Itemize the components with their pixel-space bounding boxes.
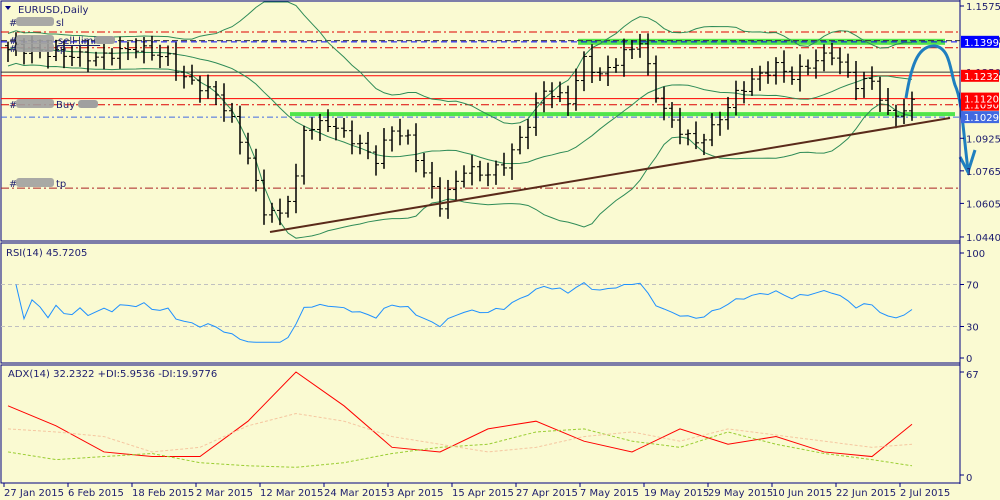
chart-background [0, 0, 1000, 500]
redacted-price [95, 36, 115, 44]
time-tick-label: 18 Feb 2015 [132, 488, 194, 499]
price-tick-label: 1.0440 [966, 233, 1000, 244]
time-tick-label: 12 Mar 2015 [260, 488, 323, 499]
time-tick-label: 27 Jan 2015 [4, 488, 64, 499]
price-tick-label: 1.0925 [966, 134, 1000, 145]
price-tick-label: 1.1575 [966, 2, 1000, 13]
rsi-title: RSI(14) 45.7205 [6, 248, 87, 259]
time-tick-label: 2 Jul 2015 [900, 488, 950, 499]
price-tick-label: 1.0765 [966, 167, 1000, 178]
redacted-price [78, 100, 98, 108]
order-type: tp [56, 179, 66, 190]
time-tick-label: 6 Feb 2015 [68, 488, 124, 499]
adx-tick-label: 0 [966, 473, 972, 484]
redacted-id [16, 178, 54, 187]
time-tick-label: 29 May 2015 [708, 488, 773, 499]
order-type: Buy [56, 100, 75, 111]
support-zone [290, 112, 955, 117]
rsi-tick-label: 30 [966, 323, 979, 334]
time-tick-label: 24 Mar 2015 [324, 488, 387, 499]
time-tick-label: 15 Apr 2015 [452, 488, 514, 499]
redacted-id [16, 17, 54, 26]
rsi-tick-label: 100 [966, 249, 985, 260]
time-tick-label: 2 Mar 2015 [196, 488, 253, 499]
rsi-tick-label: 0 [966, 354, 972, 365]
redacted-id [16, 43, 54, 52]
rsi-tick-label: 70 [966, 281, 979, 292]
symbol-title: EURUSD,Daily [18, 5, 89, 16]
price-tag: 1.1029 [964, 113, 999, 124]
price-tag: 1.1232 [964, 72, 999, 83]
time-tick-label: 7 May 2015 [580, 488, 639, 499]
redacted-id [16, 35, 54, 44]
redacted-id [16, 99, 54, 108]
trading-chart[interactable]: # sl# sell limit# tp# Buy# tp 10070300 670 27… [0, 0, 1000, 500]
time-tick-label: 10 Jun 2015 [772, 488, 832, 499]
price-tag: 1.1399 [964, 38, 999, 49]
time-tick-label: 3 Apr 2015 [388, 488, 443, 499]
adx-tick-label: 67 [966, 370, 979, 381]
time-tick-label: 22 Jun 2015 [836, 488, 896, 499]
price-tag: 1.1120 [964, 95, 999, 106]
adx-title: ADX(14) 32.2322 +DI:5.9536 -DI:19.9776 [8, 369, 217, 380]
price-tick-label: 1.0605 [966, 199, 1000, 210]
order-type: sl [56, 18, 64, 29]
time-tick-label: 19 May 2015 [644, 488, 709, 499]
order-type: tp [56, 44, 66, 55]
time-tick-label: 27 Apr 2015 [516, 488, 578, 499]
